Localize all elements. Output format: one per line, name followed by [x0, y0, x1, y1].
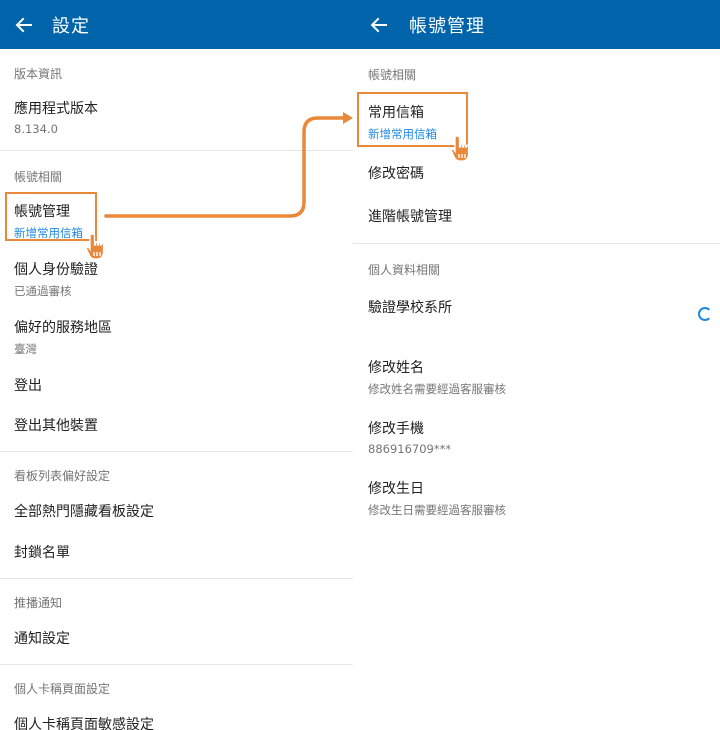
- arrow-connector-icon: [104, 112, 353, 218]
